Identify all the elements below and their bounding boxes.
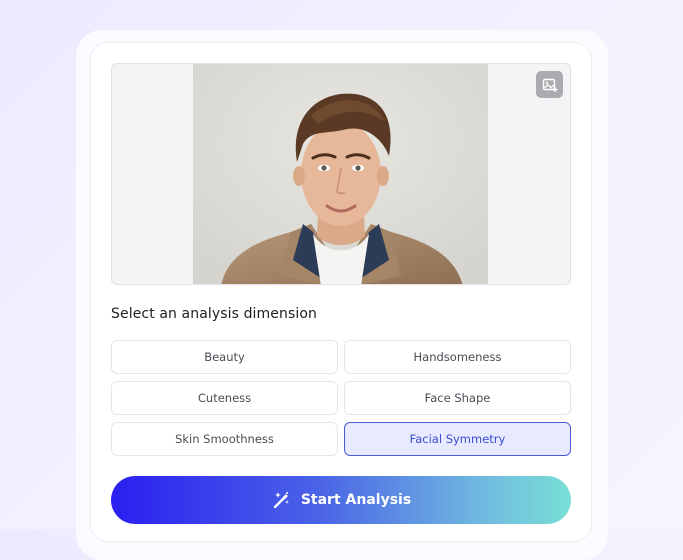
image-upload-area[interactable] [111, 63, 571, 285]
start-analysis-button[interactable]: Start Analysis [111, 476, 571, 524]
option-facial-symmetry[interactable]: Facial Symmetry [344, 422, 571, 456]
replace-image-button[interactable] [536, 71, 563, 98]
portrait-photo [193, 64, 488, 284]
option-handsomeness[interactable]: Handsomeness [344, 340, 571, 374]
option-skin-smoothness[interactable]: Skin Smoothness [111, 422, 338, 456]
analysis-section-title: Select an analysis dimension [111, 306, 317, 322]
start-analysis-label: Start Analysis [300, 492, 412, 508]
image-replace-icon [542, 78, 557, 92]
option-beauty[interactable]: Beauty [111, 340, 338, 374]
magic-wand-icon [273, 492, 289, 509]
option-cuteness[interactable]: Cuteness [111, 381, 338, 415]
option-face-shape[interactable]: Face Shape [344, 381, 571, 415]
